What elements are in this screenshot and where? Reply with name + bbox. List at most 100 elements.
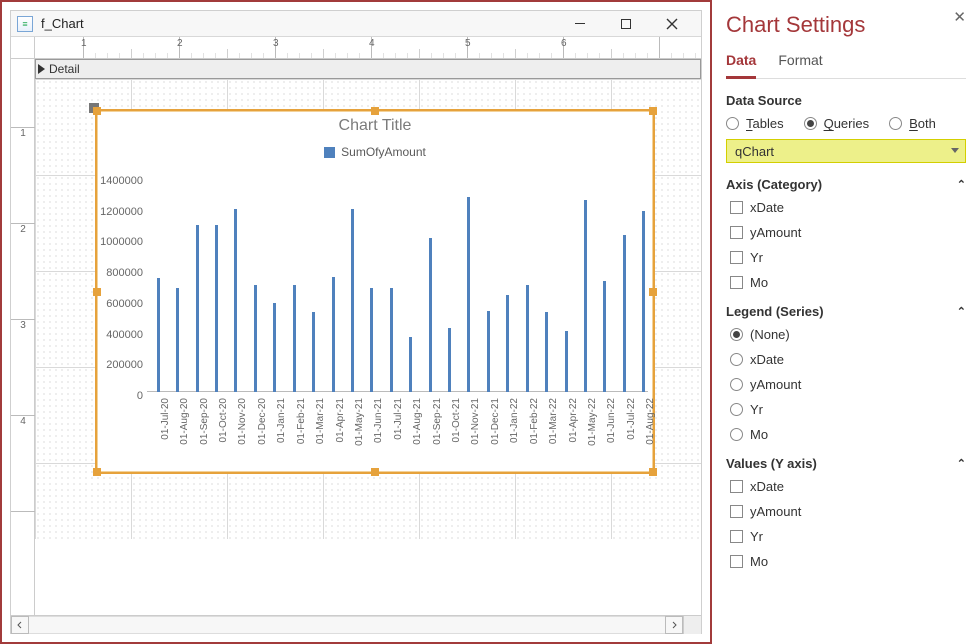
option-label: Yr <box>750 250 763 265</box>
chart-bar <box>157 278 160 392</box>
chart-bar <box>254 285 257 393</box>
y-axis-label: 1200000 <box>95 206 143 218</box>
detail-label: Detail <box>49 62 80 76</box>
radio-icon <box>730 328 743 341</box>
chart-bar <box>487 311 490 392</box>
tab-format[interactable]: Format <box>778 48 822 78</box>
form-titlebar: ≡ f_Chart <box>11 11 701 37</box>
form-icon: ≡ <box>17 16 33 32</box>
radio-icon <box>730 428 743 441</box>
tab-data[interactable]: Data <box>726 48 756 79</box>
chart-bar <box>467 197 470 392</box>
chevron-down-icon <box>951 148 959 153</box>
axis-check-yamount[interactable]: yAmount <box>730 225 966 240</box>
chart-bar <box>293 285 296 393</box>
chart-bar <box>623 235 626 392</box>
chart-bar <box>234 209 237 392</box>
values-check-mo[interactable]: Mo <box>730 554 966 569</box>
values-check-xdate[interactable]: xDate <box>730 479 966 494</box>
chart-bar <box>332 277 335 392</box>
y-axis-label: 0 <box>95 390 143 402</box>
collapse-icon: ⌃ <box>957 305 966 318</box>
option-label: xDate <box>750 479 784 494</box>
resize-handle-mt[interactable] <box>371 107 379 115</box>
chart-control[interactable]: Chart Title SumOfyAmount 01-Jul-2001-Aug… <box>95 109 655 474</box>
radio-both[interactable]: Both <box>889 116 936 131</box>
design-canvas[interactable]: Detail <box>35 59 701 615</box>
chart-plot-area <box>147 181 648 392</box>
y-axis-label: 400000 <box>95 329 143 341</box>
chart-bar <box>526 285 529 393</box>
chart-bar <box>506 295 509 392</box>
chart-settings-panel: ✕ Chart Settings Data Format Data Source… <box>712 0 980 644</box>
legend-radio-none[interactable]: (None) <box>730 327 966 342</box>
scroll-right-button[interactable] <box>665 616 683 634</box>
checkbox-icon <box>730 201 743 214</box>
data-source-combo[interactable]: qChart <box>726 139 966 163</box>
option-label: Mo <box>750 275 768 290</box>
horizontal-ruler: 123456 <box>11 37 701 59</box>
legend-swatch <box>324 147 335 158</box>
chart-bar <box>390 288 393 392</box>
option-label: yAmount <box>750 377 801 392</box>
axis-check-mo[interactable]: Mo <box>730 275 966 290</box>
resize-handle-mb[interactable] <box>371 468 379 476</box>
axis-heading[interactable]: Axis (Category)⌃ <box>726 177 966 192</box>
resize-handle-tr[interactable] <box>649 107 657 115</box>
scroll-track[interactable] <box>29 616 665 634</box>
values-check-yr[interactable]: Yr <box>730 529 966 544</box>
legend-heading[interactable]: Legend (Series)⌃ <box>726 304 966 319</box>
chart-bar <box>642 211 645 392</box>
resize-handle-mr[interactable] <box>649 288 657 296</box>
legend-radio-xdate[interactable]: xDate <box>730 352 966 367</box>
combo-value: qChart <box>735 144 774 159</box>
values-check-yamount[interactable]: yAmount <box>730 504 966 519</box>
chart-bar <box>370 288 373 392</box>
legend-radio-mo[interactable]: Mo <box>730 427 966 442</box>
detail-section-header[interactable]: Detail <box>35 59 701 79</box>
radio-tables[interactable]: Tables <box>726 116 784 131</box>
legend-radio-yamount[interactable]: yAmount <box>730 377 966 392</box>
resize-handle-br[interactable] <box>649 468 657 476</box>
close-button[interactable] <box>649 11 695 36</box>
checkbox-icon <box>730 251 743 264</box>
axis-check-yr[interactable]: Yr <box>730 250 966 265</box>
chart-bar <box>584 200 587 392</box>
y-axis-label: 1400000 <box>95 175 143 187</box>
option-label: (None) <box>750 327 790 342</box>
horizontal-scrollbar[interactable] <box>11 615 701 633</box>
chart-bar <box>545 312 548 392</box>
checkbox-icon <box>730 555 743 568</box>
radio-queries[interactable]: Queries <box>804 116 870 131</box>
y-axis-label: 1000000 <box>95 236 143 248</box>
option-label: Yr <box>750 529 763 544</box>
legend-radio-yr[interactable]: Yr <box>730 402 966 417</box>
option-label: Mo <box>750 427 768 442</box>
chart-bar <box>176 288 179 392</box>
checkbox-icon <box>730 480 743 493</box>
checkbox-icon <box>730 276 743 289</box>
minimize-button[interactable] <box>557 11 603 36</box>
radio-icon <box>730 403 743 416</box>
scroll-left-button[interactable] <box>11 616 29 634</box>
section-expand-icon <box>38 64 45 74</box>
maximize-button[interactable] <box>603 11 649 36</box>
legend-label: SumOfyAmount <box>341 145 426 159</box>
vertical-ruler: 1234 <box>11 59 35 615</box>
data-source-heading: Data Source <box>726 93 966 108</box>
y-axis-label: 800000 <box>95 267 143 279</box>
axis-check-xdate[interactable]: xDate <box>730 200 966 215</box>
option-label: xDate <box>750 200 784 215</box>
option-label: xDate <box>750 352 784 367</box>
y-axis-label: 600000 <box>95 298 143 310</box>
checkbox-icon <box>730 226 743 239</box>
option-label: Mo <box>750 554 768 569</box>
checkbox-icon <box>730 505 743 518</box>
close-panel-icon[interactable]: ✕ <box>953 8 966 26</box>
chart-bar <box>273 303 276 392</box>
values-heading[interactable]: Values (Y axis)⌃ <box>726 456 966 471</box>
form-title: f_Chart <box>41 16 557 31</box>
radio-icon <box>730 353 743 366</box>
collapse-icon: ⌃ <box>957 178 966 191</box>
panel-tabs: Data Format <box>726 48 966 79</box>
